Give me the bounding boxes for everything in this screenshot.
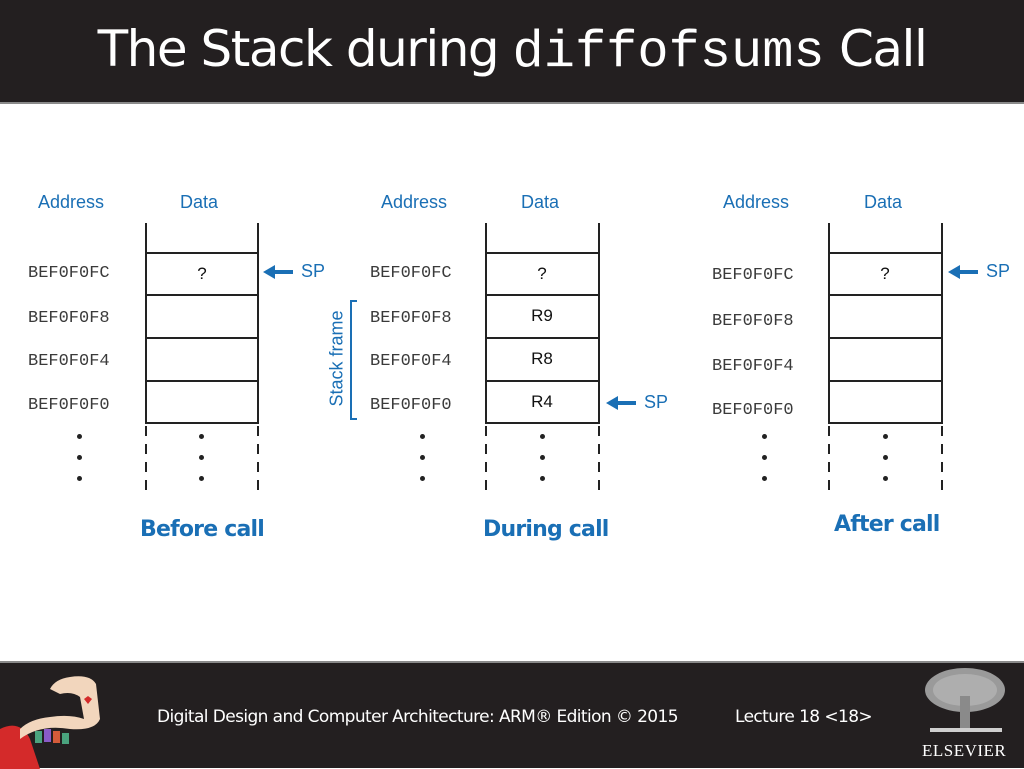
ellipsis-dot xyxy=(540,434,545,439)
flexing-arm-logo-icon xyxy=(0,676,100,769)
stack-right-edge xyxy=(941,223,943,424)
stack-cell: ? xyxy=(146,252,258,294)
sp-label: SP xyxy=(986,261,1011,281)
address-label: BEF0F0FC xyxy=(28,264,110,283)
footer-bar: Digital Design and Computer Architecture… xyxy=(0,661,1024,769)
stack-frame-bracket xyxy=(350,300,357,420)
stack-cell xyxy=(146,294,258,336)
ellipsis-dot xyxy=(199,476,204,481)
ellipsis-dot xyxy=(420,476,425,481)
arrow-left-icon xyxy=(948,264,978,279)
address-label: BEF0F0FC xyxy=(370,264,452,283)
address-label: BEF0F0F4 xyxy=(370,352,452,371)
stack-frame-label: Stack frame xyxy=(326,310,347,407)
title-text: The Stack during xyxy=(97,20,513,78)
title-bar: The Stack during diffofsums Call xyxy=(0,0,1024,104)
stack-continuation xyxy=(485,426,487,496)
data-header: Data xyxy=(864,192,903,212)
arrow-left-icon xyxy=(263,264,293,279)
stack-continuation xyxy=(145,426,147,496)
address-label: BEF0F0FC xyxy=(712,266,794,285)
ellipsis-dot xyxy=(762,476,767,481)
address-label: BEF0F0F8 xyxy=(712,312,794,331)
stack-right-edge xyxy=(598,223,600,424)
elsevier-tree-logo-icon xyxy=(925,668,1005,732)
sp-pointer: SP xyxy=(948,261,1010,282)
arrow-left-icon xyxy=(606,395,636,410)
sp-pointer: SP xyxy=(606,392,668,413)
caption-after-call: After call xyxy=(834,512,940,537)
ellipsis-dot xyxy=(883,455,888,460)
ellipsis-dot xyxy=(199,455,204,460)
stack-continuation xyxy=(828,426,830,496)
stack-cell: ? xyxy=(829,252,941,294)
ellipsis-dot xyxy=(762,455,767,460)
stack-cell: R9 xyxy=(486,294,598,336)
address-header: Address xyxy=(723,192,790,212)
book-credit: Digital Design and Computer Architecture… xyxy=(157,707,679,727)
slide-title: The Stack during diffofsums Call xyxy=(0,14,1024,88)
ellipsis-dot xyxy=(762,434,767,439)
ellipsis-dot xyxy=(883,476,888,481)
address-label: BEF0F0F4 xyxy=(28,352,110,371)
sp-label: SP xyxy=(301,261,326,281)
data-header: Data xyxy=(521,192,560,212)
address-header: Address xyxy=(381,192,448,212)
stack-cell: R4 xyxy=(486,380,598,424)
address-label: BEF0F0F0 xyxy=(370,396,452,415)
ellipsis-dot xyxy=(199,434,204,439)
publisher-name: ELSEVIER xyxy=(922,741,1007,760)
address-label: BEF0F0F8 xyxy=(28,309,110,328)
stack-cell: R8 xyxy=(486,337,598,379)
ellipsis-dot xyxy=(883,434,888,439)
address-label: BEF0F0F0 xyxy=(28,396,110,415)
ellipsis-dot xyxy=(77,434,82,439)
data-header: Data xyxy=(180,192,219,212)
ellipsis-dot xyxy=(540,455,545,460)
stack-continuation xyxy=(257,426,259,496)
lecture-number: Lecture 18 <18> xyxy=(735,707,873,727)
caption-before-call: Before call xyxy=(140,517,265,542)
ellipsis-dot xyxy=(540,476,545,481)
ellipsis-dot xyxy=(77,476,82,481)
stack-cell xyxy=(829,380,941,424)
sp-pointer: SP xyxy=(263,261,325,282)
address-label: BEF0F0F0 xyxy=(712,401,794,420)
ellipsis-dot xyxy=(420,455,425,460)
stack-cell: ? xyxy=(486,252,598,294)
title-code: diffofsums xyxy=(512,23,825,82)
ellipsis-dot xyxy=(77,455,82,460)
address-label: BEF0F0F8 xyxy=(370,309,452,328)
address-header: Address xyxy=(38,192,105,212)
stack-cell xyxy=(829,337,941,379)
title-text-suffix: Call xyxy=(824,20,928,78)
stack-continuation xyxy=(941,426,943,496)
stack-cell xyxy=(829,294,941,336)
sp-label: SP xyxy=(644,392,669,412)
address-label: BEF0F0F4 xyxy=(712,357,794,376)
stack-continuation xyxy=(598,426,600,496)
stack-cell xyxy=(146,337,258,379)
stack-cell xyxy=(146,380,258,424)
caption-during-call: During call xyxy=(483,517,609,542)
ellipsis-dot xyxy=(420,434,425,439)
